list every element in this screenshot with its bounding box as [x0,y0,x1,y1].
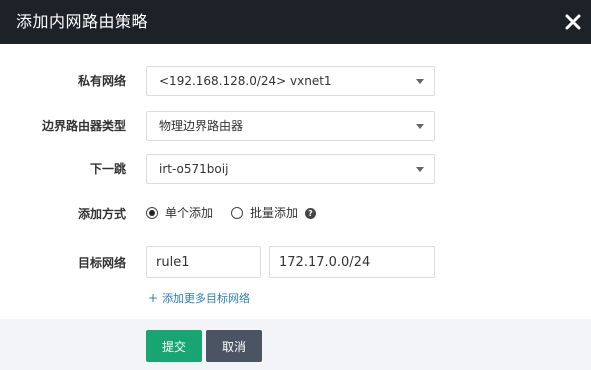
dialog-titlebar: 添加内网路由策略 [0,0,591,44]
dialog-title: 添加内网路由策略 [16,12,149,31]
target-network-label: 目标网络 [77,256,126,270]
target-network-name-input[interactable] [146,246,261,278]
chevron-down-icon [416,124,424,129]
radio-single-add-label: 单个添加 [165,206,214,220]
target-network-row: 目标网络 [0,246,591,278]
chevron-down-icon [416,79,424,84]
next-hop-value: irt-o571boij [159,162,229,176]
dialog-body: 私有网络 <192.168.128.0/24> vxnet1 边界路由器类型 物… [0,44,591,319]
plus-icon: + [148,291,159,305]
border-router-type-value: 物理边界路由器 [159,119,244,133]
next-hop-select[interactable]: irt-o571boij [146,154,435,184]
private-network-value: <192.168.128.0/24> vxnet1 [159,74,332,88]
submit-button[interactable]: 提交 [146,330,202,362]
radio-batch-add[interactable]: 批量添加 [231,206,305,222]
dialog-footer: 提交 取消 [0,319,591,370]
private-network-label: 私有网络 [77,74,126,88]
private-network-row: 私有网络 <192.168.128.0/24> vxnet1 [0,66,591,96]
border-router-type-label: 边界路由器类型 [41,119,126,133]
radio-batch-add-label: 批量添加 [250,206,299,220]
target-network-cidr-input[interactable] [269,246,435,278]
add-intranet-route-dialog: 添加内网路由策略 私有网络 <192.168.128.0/24> vxnet1 … [0,0,591,370]
add-mode-row: 添加方式 单个添加 批量添加 ? [0,206,591,222]
border-router-type-row: 边界路由器类型 物理边界路由器 [0,111,591,141]
add-more-target-network-label: 添加更多目标网络 [162,292,251,305]
border-router-type-select[interactable]: 物理边界路由器 [146,111,435,141]
private-network-select[interactable]: <192.168.128.0/24> vxnet1 [146,66,435,96]
close-icon[interactable] [563,12,583,32]
cancel-button[interactable]: 取消 [206,330,262,362]
add-mode-label: 添加方式 [77,207,126,221]
radio-unchecked-icon [231,207,243,219]
chevron-down-icon [416,167,424,172]
add-more-target-network-link[interactable]: + 添加更多目标网络 [148,291,250,306]
radio-checked-icon [146,207,158,219]
question-circle-icon[interactable]: ? [305,208,316,219]
next-hop-label: 下一跳 [89,162,126,176]
next-hop-row: 下一跳 irt-o571boij [0,154,591,184]
radio-single-add[interactable]: 单个添加 [146,206,220,222]
